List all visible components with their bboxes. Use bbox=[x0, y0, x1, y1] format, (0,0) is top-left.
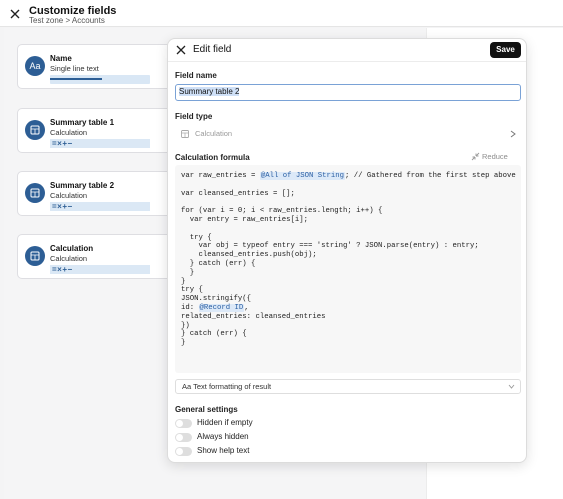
text-field-icon: Aa bbox=[25, 56, 45, 76]
field-type-value: Calculation bbox=[195, 129, 233, 138]
calculator-icon bbox=[25, 183, 45, 203]
field-type: Single line text bbox=[50, 64, 99, 73]
chevron-down-icon bbox=[508, 384, 515, 389]
field-token[interactable]: @All of JSON String bbox=[259, 172, 346, 180]
breadcrumb[interactable]: Test zone > Accounts bbox=[29, 16, 105, 25]
top-header: Customize fields Test zone > Accounts bbox=[0, 0, 563, 27]
reduce-label: Reduce bbox=[482, 152, 508, 161]
formula-label: Calculation formula bbox=[175, 153, 250, 162]
field-name: Summary table 2 bbox=[50, 181, 115, 190]
calculator-icon bbox=[25, 120, 45, 140]
show-help-text-toggle[interactable] bbox=[175, 447, 192, 456]
operators-preview: =×+− bbox=[50, 139, 150, 148]
toggle-label: Hidden if empty bbox=[197, 418, 253, 427]
reduce-button[interactable]: Reduce bbox=[471, 152, 508, 161]
field-type: Calculation bbox=[50, 191, 88, 200]
text-formatting-label: Aa Text formatting of result bbox=[182, 382, 272, 391]
operators-preview: =×+− bbox=[50, 202, 150, 211]
field-card-name[interactable]: Aa Name Single line text bbox=[17, 44, 177, 89]
calculator-icon bbox=[25, 246, 45, 266]
close-icon[interactable] bbox=[9, 8, 21, 20]
always-hidden-toggle[interactable] bbox=[175, 433, 192, 442]
toggle-label: Show help text bbox=[197, 446, 250, 455]
field-type: Calculation bbox=[50, 128, 88, 137]
operators-preview: =×+− bbox=[50, 265, 150, 274]
field-name: Name bbox=[50, 54, 72, 63]
field-name-label: Field name bbox=[175, 71, 217, 80]
chevron-right-icon bbox=[510, 130, 516, 138]
field-type-select[interactable]: Calculation bbox=[175, 127, 521, 141]
close-icon[interactable] bbox=[176, 45, 186, 55]
field-token[interactable]: @Record ID bbox=[198, 303, 245, 312]
field-name: Calculation bbox=[50, 244, 94, 253]
toggle-label: Always hidden bbox=[197, 432, 249, 441]
formula-editor[interactable]: var raw_entries = @All of JSON String; /… bbox=[175, 165, 521, 373]
field-card-summary-table-1[interactable]: Summary table 1 Calculation =×+− bbox=[17, 108, 177, 153]
hidden-if-empty-toggle[interactable] bbox=[175, 419, 192, 428]
save-button[interactable]: Save bbox=[490, 42, 521, 58]
field-name-value: Summary table 2 bbox=[179, 87, 240, 96]
divider bbox=[168, 61, 526, 62]
text-preview-bar bbox=[50, 75, 150, 84]
general-settings-label: General settings bbox=[175, 405, 238, 414]
field-type: Calculation bbox=[50, 254, 88, 263]
calculator-icon bbox=[181, 130, 189, 138]
field-card-calculation[interactable]: Calculation Calculation =×+− bbox=[17, 234, 177, 279]
field-card-summary-table-2[interactable]: Summary table 2 Calculation =×+− bbox=[17, 171, 177, 216]
field-name-input[interactable]: Summary table 2 bbox=[175, 84, 521, 101]
text-formatting-select[interactable]: Aa Text formatting of result bbox=[175, 379, 521, 394]
edit-field-dialog: Edit field Save Field name Summary table… bbox=[167, 38, 527, 463]
dialog-title: Edit field bbox=[193, 44, 232, 55]
collapse-icon bbox=[471, 152, 480, 161]
field-type-label: Field type bbox=[175, 112, 213, 121]
field-name: Summary table 1 bbox=[50, 118, 115, 127]
